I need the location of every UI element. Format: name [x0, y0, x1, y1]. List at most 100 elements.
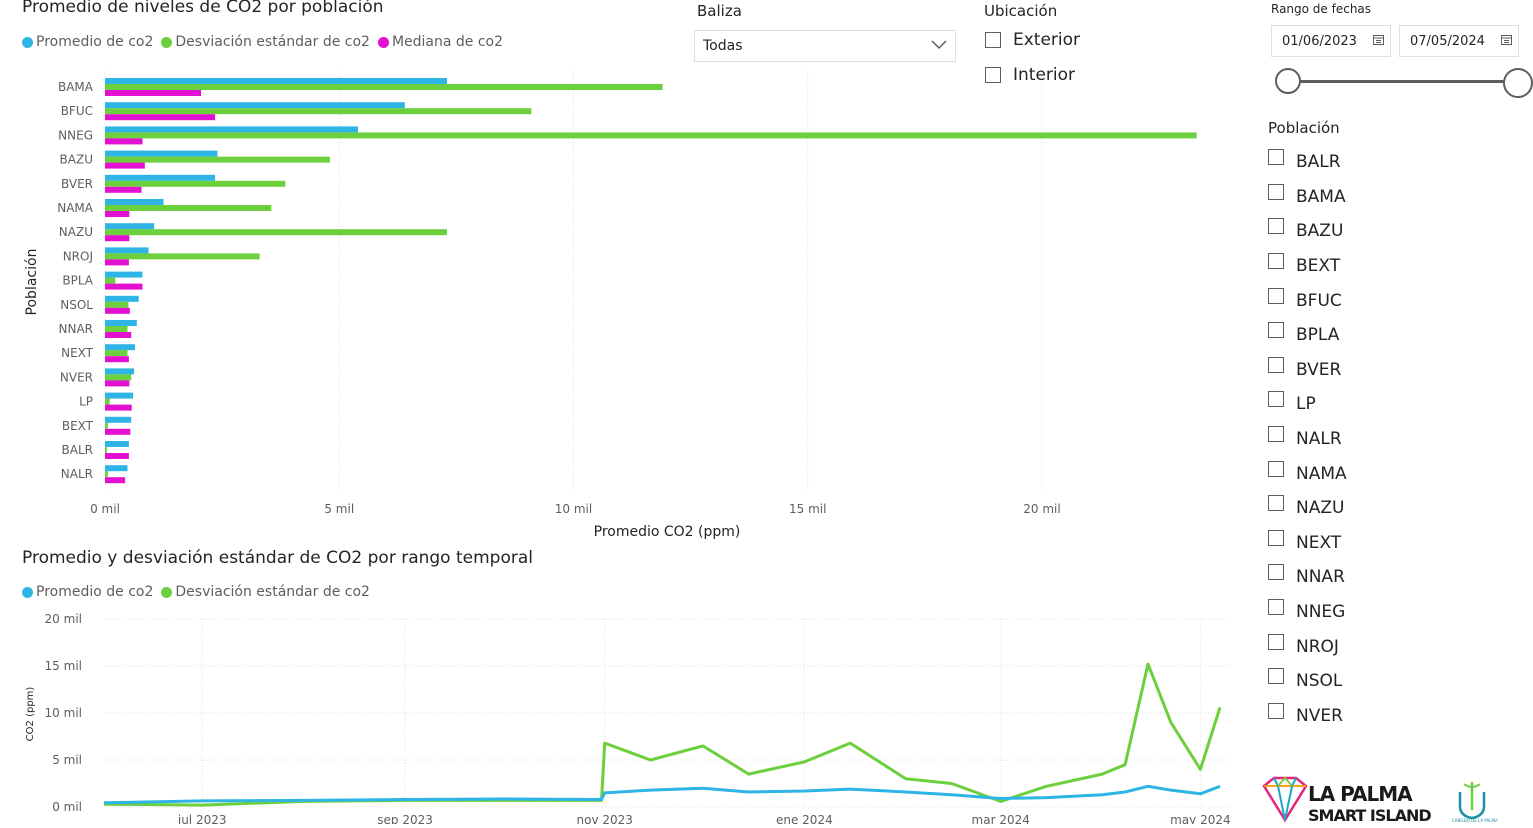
poblacion-option-nama[interactable]: NAMA — [1268, 456, 1347, 491]
x-tick-label: may 2024 — [1170, 813, 1231, 824]
poblacion-option-nneg[interactable]: NNEG — [1268, 595, 1347, 630]
legend-dot — [22, 586, 33, 598]
date-end-input[interactable]: 07/05/2024 — [1399, 25, 1519, 57]
checkbox[interactable] — [1268, 633, 1284, 650]
calendar-icon[interactable] — [1373, 34, 1384, 49]
checkbox[interactable] — [1268, 495, 1284, 512]
checkbox[interactable] — [1268, 253, 1284, 270]
checkbox[interactable] — [1268, 564, 1284, 581]
bar-nver-s2 — [105, 380, 130, 387]
bar-nroj-s1 — [105, 253, 260, 260]
checkbox[interactable] — [1268, 599, 1284, 616]
bar-nama-s2 — [105, 211, 130, 217]
poblacion-option-bama[interactable]: BAMA — [1268, 180, 1347, 215]
checkbox[interactable] — [985, 32, 1001, 48]
bar-nroj-s0 — [105, 247, 149, 254]
poblacion-option-nver[interactable]: NVER — [1268, 699, 1347, 734]
date-range-title: Rango de fechas — [1271, 2, 1372, 16]
ubicacion-option-exterior[interactable]: Exterior — [985, 30, 1080, 50]
option-label: NROJ — [1296, 636, 1339, 657]
line-chart-title: Promedio y desviación estándar de CO2 po… — [22, 548, 533, 568]
la-palma-logo: LA PALMA SMART ISLAND — [1260, 772, 1432, 825]
ubicacion-option-interior[interactable]: Interior — [985, 65, 1075, 85]
poblacion-option-bfuc[interactable]: BFUC — [1268, 283, 1347, 318]
y-tick-label: NNEG — [58, 128, 93, 142]
checkbox[interactable] — [1268, 426, 1284, 443]
legend-dot — [161, 586, 173, 598]
y-tick-label: BVER — [61, 177, 93, 191]
poblacion-option-nnar[interactable]: NNAR — [1268, 560, 1347, 595]
checkbox[interactable] — [1268, 702, 1284, 719]
baliza-dropdown[interactable]: Todas — [694, 30, 956, 62]
checkbox[interactable] — [1268, 391, 1284, 408]
y-tick-label: BFUC — [61, 104, 93, 118]
date-slider-track[interactable] — [1290, 80, 1518, 83]
bar-bazu-s1 — [105, 156, 330, 163]
checkbox[interactable] — [1268, 287, 1284, 304]
y-tick-label: LP — [79, 395, 93, 409]
bar-chart[interactable]: 0 mil 5 mil 10 mil 15 mil 20 mil BAMA BFUC NNEG… — [0, 60, 1240, 550]
y-tick-label: 20 mil — [45, 612, 82, 626]
legend-item-promedio[interactable]: Promedio de co2 — [22, 34, 153, 50]
bar-bfuc-s0 — [105, 102, 405, 109]
poblacion-option-bver[interactable]: BVER — [1268, 353, 1347, 388]
checkbox[interactable] — [1268, 668, 1284, 685]
poblacion-option-bext[interactable]: BEXT — [1268, 249, 1347, 284]
date-start-value: 01/06/2023 — [1282, 33, 1357, 49]
bar-next-s2 — [105, 356, 129, 363]
poblacion-option-bazu[interactable]: BAZU — [1268, 214, 1347, 249]
bar-lp-s2 — [105, 404, 132, 411]
poblacion-option-nalr[interactable]: NALR — [1268, 422, 1347, 457]
date-start-input[interactable]: 01/06/2023 — [1271, 25, 1391, 57]
bar-nver-s1 — [105, 374, 132, 381]
checkbox[interactable] — [1268, 218, 1284, 235]
cabildo-text: CABILDO DE LA PALMA — [1452, 818, 1498, 823]
y-tick-label: NSOL — [60, 298, 93, 312]
bar-nnar-s0 — [105, 320, 137, 326]
line-chart[interactable]: 0 mil 5 mil 10 mil 15 mil 20 mil jul 2023 sep … — [0, 600, 1240, 824]
legend-item-promedio[interactable]: Promedio de co2 — [22, 584, 153, 600]
logo-text-line2: SMART ISLAND — [1308, 806, 1432, 825]
bar-bext-s0 — [105, 416, 132, 423]
bar-bver-s2 — [105, 186, 142, 193]
bar-lp-s0 — [105, 392, 134, 399]
poblacion-option-nsol[interactable]: NSOL — [1268, 664, 1347, 699]
option-label: NALR — [1296, 429, 1342, 450]
poblacion-option-nazu[interactable]: NAZU — [1268, 491, 1347, 526]
chevron-down-icon — [931, 38, 947, 54]
y-tick-label: NALR — [61, 467, 93, 481]
legend-item-desviacion[interactable]: Desviación estándar de co2 — [161, 584, 370, 600]
option-label: BAZU — [1296, 221, 1344, 242]
y-tick-label: BEXT — [62, 419, 94, 433]
date-slider-handle-end[interactable] — [1503, 68, 1533, 98]
bar-nalr-s2 — [105, 477, 126, 484]
ubicacion-title: Ubicación — [984, 2, 1058, 20]
checkbox[interactable] — [1268, 149, 1284, 166]
poblacion-option-next[interactable]: NEXT — [1268, 526, 1347, 561]
bar-bpla-s0 — [105, 271, 143, 278]
y-tick-label: 5 mil — [52, 753, 82, 767]
poblacion-list: BALR BAMA BAZU BEXT BFUC BPLA BVER LP NALR NAMA NA… — [1268, 145, 1347, 733]
bar-nneg-s1 — [105, 132, 1197, 139]
poblacion-option-lp[interactable]: LP — [1268, 387, 1347, 422]
poblacion-option-balr[interactable]: BALR — [1268, 145, 1347, 180]
legend-item-desviacion[interactable]: Desviación estándar de co2 — [161, 34, 370, 50]
checkbox[interactable] — [1268, 460, 1284, 477]
bar-bama-s1 — [105, 84, 663, 90]
bar-chart-title: Promedio de niveles de CO2 por población — [22, 0, 384, 17]
poblacion-option-nroj[interactable]: NROJ — [1268, 629, 1347, 664]
checkbox[interactable] — [1268, 529, 1284, 546]
checkbox[interactable] — [1268, 183, 1284, 200]
checkbox[interactable] — [985, 67, 1001, 83]
y-tick-label: BPLA — [62, 274, 93, 288]
legend-dot — [22, 36, 33, 48]
option-label: BEXT — [1296, 256, 1341, 277]
legend-item-mediana[interactable]: Mediana de co2 — [377, 34, 503, 50]
poblacion-option-bpla[interactable]: BPLA — [1268, 318, 1347, 353]
checkbox[interactable] — [1268, 322, 1284, 339]
x-tick-label: 5 mil — [324, 502, 354, 516]
date-slider-handle-start[interactable] — [1275, 68, 1301, 94]
x-tick-label: 15 mil — [789, 502, 826, 516]
calendar-icon[interactable] — [1501, 34, 1512, 49]
checkbox[interactable] — [1268, 356, 1284, 373]
